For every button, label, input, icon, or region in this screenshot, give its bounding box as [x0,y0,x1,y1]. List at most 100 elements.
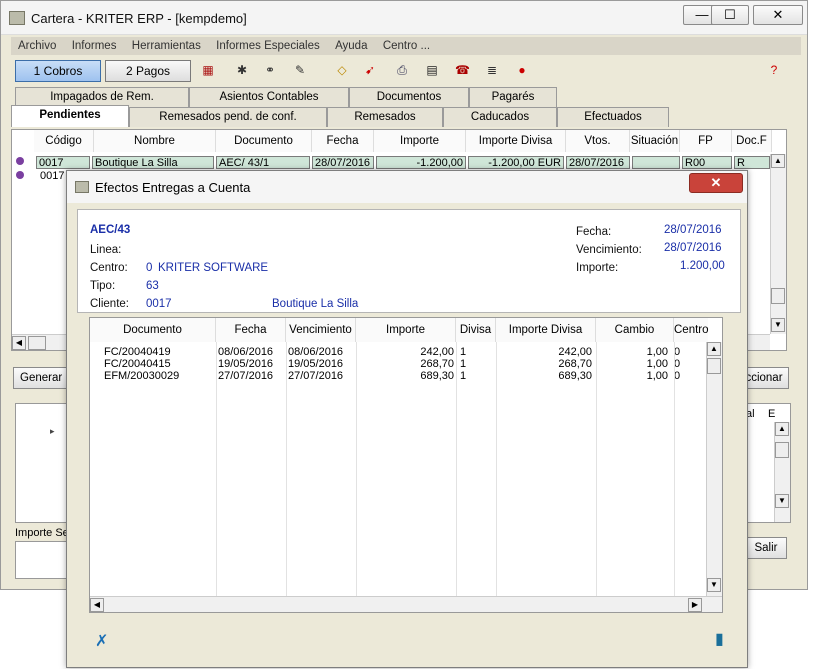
table-icon[interactable]: ▤ [425,63,439,77]
scroll-right-icon[interactable]: ▶ [688,598,702,612]
scroll-up-icon[interactable]: ▲ [775,422,789,436]
tab-efectuados[interactable]: Efectuados [557,107,669,127]
col-documento[interactable]: Documento [216,130,312,152]
print-icon[interactable]: ⎙ [395,63,409,77]
scroll-up-icon[interactable]: ▲ [707,342,721,356]
cell-fecha[interactable]: 28/07/2016 [312,156,374,169]
tab-documentos[interactable]: Documentos [349,87,469,107]
tab-remesados[interactable]: Remesados [327,107,443,127]
tab-impagados[interactable]: Impagados de Rem. [15,87,189,107]
cell-importe-divisa[interactable]: -1.200,00 EUR [468,156,564,169]
window-title: Cartera - KRITER ERP - [kempdemo] [31,11,247,26]
cell-nombre[interactable]: Boutique La Silla [92,156,214,169]
scroll-thumb[interactable] [775,442,789,458]
dialog-vscroll[interactable]: ▲ ▼ [706,342,722,596]
checklist-icon[interactable]: ≣ [485,63,499,77]
col-importe[interactable]: Importe [356,318,456,342]
col-codigo[interactable]: Código [34,130,94,152]
vertical-scrollbar[interactable]: ▲ ▼ [770,154,786,334]
efectos-dialog: Efectos Entregas a Cuenta ✕ AEC/43 Linea… [66,170,748,668]
phone-icon[interactable]: ☎ [455,63,470,77]
cell-importe-divisa: 242,00 [558,346,592,358]
eraser-icon[interactable]: ◇ [335,63,349,77]
detail-vscroll[interactable]: ▲ ▼ [774,422,790,522]
help-icon[interactable]: ? [767,63,781,77]
tab-pendientes[interactable]: Pendientes [11,105,129,127]
col-nombre[interactable]: Nombre [94,130,216,152]
col-vtos[interactable]: Vtos. [566,130,630,152]
tab-pagares[interactable]: Pagarés [469,87,557,107]
excel-export-icon[interactable]: ✗ [95,631,108,651]
scroll-up-icon[interactable]: ▲ [771,154,785,168]
menu-bar: Archivo Informes Herramientas Informes E… [11,37,801,55]
cell-fp[interactable]: R00 [682,156,732,169]
importe-value: 1.200,00 [680,260,725,272]
dialog-close-button[interactable]: ✕ [689,173,743,193]
col-importe-divisa[interactable]: Importe Divisa [496,318,596,342]
cell-vtos[interactable]: 28/07/2016 [566,156,630,169]
scroll-thumb-h[interactable] [28,336,46,350]
col-fp[interactable]: FP [680,130,732,152]
table-row[interactable]: FC/20040415 19/05/2016 19/05/2016 268,70… [90,358,706,370]
dialog-hscroll[interactable]: ◀ ▶ [90,596,722,612]
col-centro[interactable]: Centro [674,318,709,342]
tipo-value: 63 [146,280,159,292]
col-fecha[interactable]: Fecha [312,130,374,152]
edit-icon[interactable]: ✎ [293,63,307,77]
cell-cambio: 1,00 [646,358,668,370]
row-pointer-icon: ▸ [50,426,55,436]
cell-importe[interactable]: -1.200,00 [376,156,466,169]
menu-herramientas[interactable]: Herramientas [132,37,201,55]
pagos-button[interactable]: 2 Pagos [105,60,191,82]
cell-codigo[interactable]: 0017 [36,156,90,169]
table-row[interactable]: EFM/20030029 27/07/2016 27/07/2016 689,3… [90,370,706,382]
info-panel: AEC/43 Linea: Centro: 0 KRITER SOFTWARE … [77,209,741,313]
cell-docf[interactable]: R [734,156,770,169]
exit-door-icon[interactable]: ▮ [715,629,724,649]
link-icon[interactable]: ⚭ [263,63,277,77]
salir-button[interactable]: Salir [745,537,787,559]
scroll-thumb[interactable] [707,358,721,374]
document-star-icon[interactable]: ✱ [235,63,249,77]
table-row[interactable]: FC/20040419 08/06/2016 08/06/2016 242,00… [90,346,706,358]
cell-fecha: 08/06/2016 [218,346,274,358]
col-cambio[interactable]: Cambio [596,318,674,342]
cell-importe: 242,00 [420,346,454,358]
centro-code: 0 [146,262,153,274]
menu-archivo[interactable]: Archivo [18,37,56,55]
col-vencimiento[interactable]: Vencimiento [286,318,356,342]
close-button[interactable]: ✕ [753,5,803,25]
menu-centro[interactable]: Centro ... [383,37,430,55]
menu-informes-especiales[interactable]: Informes Especiales [216,37,320,55]
pin-icon[interactable]: ➹ [363,63,377,77]
record-icon[interactable]: ● [515,63,529,77]
grid-icon[interactable]: ▦ [201,63,215,77]
table-row[interactable]: 0017 [40,170,64,183]
scroll-down-icon[interactable]: ▼ [707,578,721,592]
col-importe-divisa[interactable]: Importe Divisa [466,130,566,152]
doc-title: AEC/43 [90,224,131,236]
title-bar: Cartera - KRITER ERP - [kempdemo] — ☐ ✕ [1,1,807,35]
scroll-thumb[interactable] [771,288,785,304]
col-documento[interactable]: Documento [90,318,216,342]
scroll-left-icon[interactable]: ◀ [12,336,26,350]
cell-documento: FC/20040419 [104,346,171,358]
cobros-button[interactable]: 1 Cobros [15,60,101,82]
scroll-down-icon[interactable]: ▼ [775,494,789,508]
col-importe[interactable]: Importe [374,130,466,152]
cell-documento[interactable]: AEC/ 43/1 [216,156,310,169]
col-fecha[interactable]: Fecha [216,318,286,342]
tab-remesados-pend[interactable]: Remesados pend. de conf. [129,107,327,127]
tab-asientos[interactable]: Asientos Contables [189,87,349,107]
col-situacion[interactable]: Situación [630,130,680,152]
col-divisa[interactable]: Divisa [456,318,496,342]
scroll-down-icon[interactable]: ▼ [771,318,785,332]
maximize-button[interactable]: ☐ [711,5,749,25]
cell-situacion[interactable] [632,156,680,169]
scroll-left-icon[interactable]: ◀ [90,598,104,612]
tab-caducados[interactable]: Caducados [443,107,557,127]
cell-vencimiento: 08/06/2016 [288,346,344,358]
menu-informes[interactable]: Informes [72,37,117,55]
menu-ayuda[interactable]: Ayuda [335,37,367,55]
col-docf[interactable]: Doc.F [732,130,772,152]
